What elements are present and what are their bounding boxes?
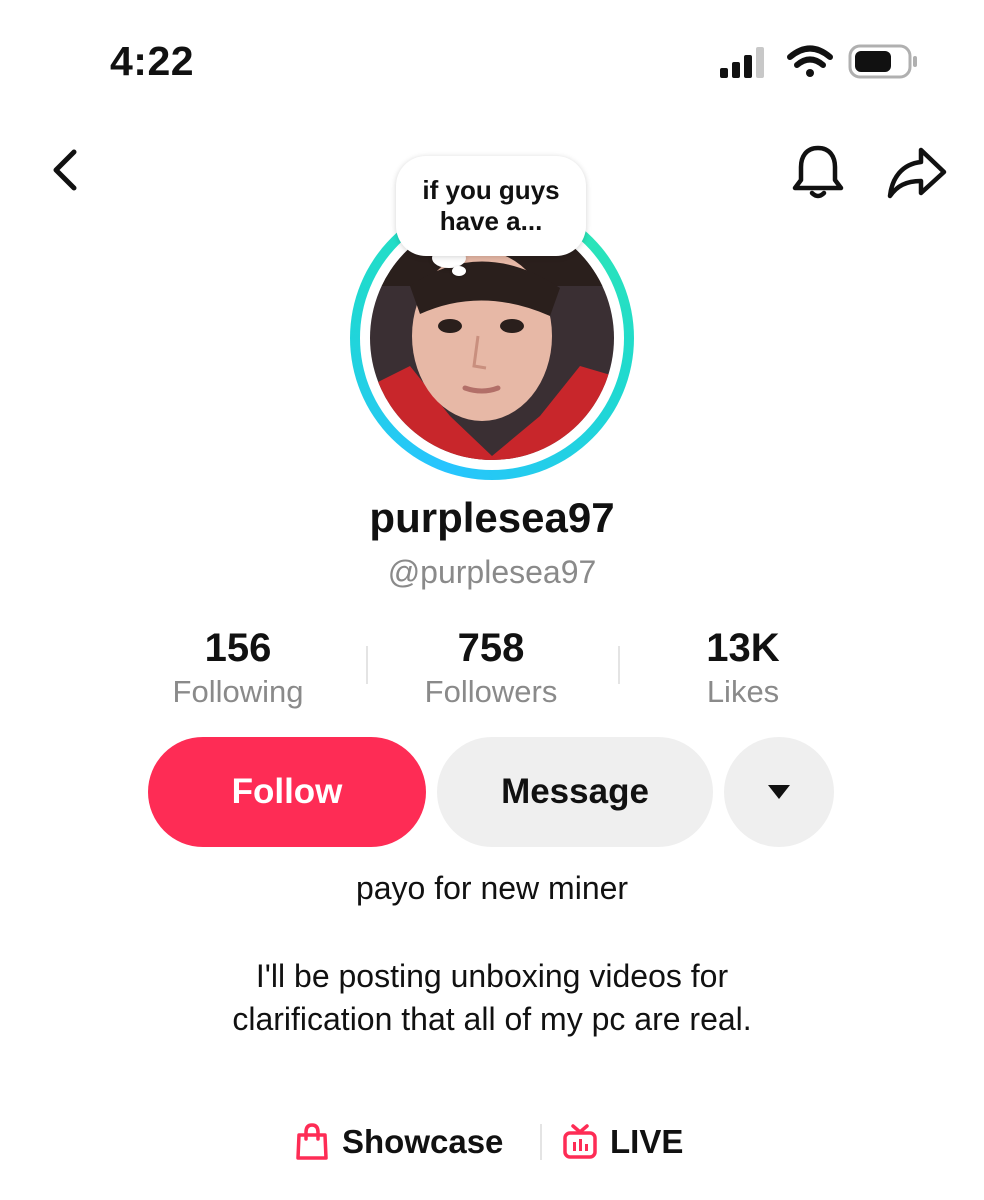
links-divider <box>540 1124 542 1160</box>
following-count: 156 <box>204 626 272 670</box>
likes-label: Likes <box>706 674 780 709</box>
bell-icon[interactable] <box>786 140 850 204</box>
stat-followers[interactable]: 758 Followers <box>381 624 601 712</box>
profile-links: Showcase LIVE <box>0 1118 984 1166</box>
status-icons <box>716 42 926 86</box>
username: @purplesea97 <box>387 554 597 590</box>
bio-title: payo for new miner <box>355 870 629 906</box>
bio-text: I'll be posting unboxing videos for clar… <box>232 958 752 1037</box>
profile-note-text: if you guys have a... <box>422 175 560 236</box>
stat-divider <box>618 646 620 684</box>
followers-count: 758 <box>457 626 525 670</box>
profile-note-bubble[interactable]: if you guys have a... <box>396 156 586 256</box>
more-options-button[interactable] <box>724 737 834 847</box>
stat-likes[interactable]: 13K Likes <box>633 624 853 712</box>
caret-down-icon <box>768 785 790 799</box>
profile-screen: 4:22 if you guys have a... purplesea97 @… <box>0 0 984 1200</box>
following-label: Following <box>172 674 304 709</box>
showcase-label: Showcase <box>342 1123 504 1160</box>
shopping-bag-icon <box>296 1123 328 1160</box>
message-button[interactable]: Message <box>437 737 713 847</box>
bubble-tail-small <box>452 266 466 276</box>
live-link[interactable]: LIVE <box>562 1118 683 1166</box>
live-label: LIVE <box>610 1123 684 1160</box>
display-name: purplesea97 <box>369 494 615 541</box>
stat-divider <box>366 646 368 684</box>
battery-icon <box>848 44 917 79</box>
signal-wifi-battery-icons <box>720 44 917 79</box>
follow-button[interactable]: Follow <box>148 737 426 847</box>
status-time: 4:22 <box>110 38 195 84</box>
signal-icon <box>720 47 764 78</box>
share-arrow-icon[interactable] <box>884 140 950 204</box>
back-chevron-icon[interactable] <box>40 140 100 200</box>
wifi-icon <box>787 45 833 77</box>
showcase-link[interactable]: Showcase <box>294 1118 503 1166</box>
likes-count: 13K <box>706 626 780 670</box>
live-tv-icon <box>563 1124 597 1159</box>
stat-following[interactable]: 156 Following <box>128 624 348 712</box>
followers-label: Followers <box>424 674 558 709</box>
